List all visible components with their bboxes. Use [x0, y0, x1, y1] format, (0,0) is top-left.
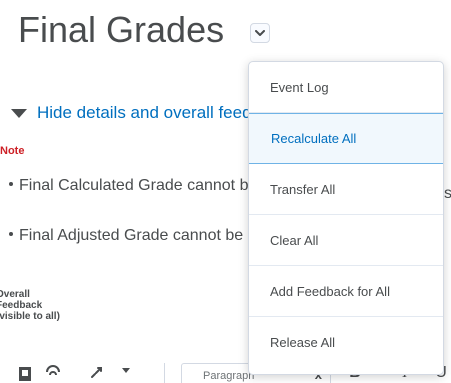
- menu-item-event-log[interactable]: Event Log: [249, 62, 443, 113]
- menu-item-release-all[interactable]: Release All: [249, 317, 443, 368]
- list-item: Final Adjusted Grade cannot be changed: [7, 224, 252, 248]
- overall-feedback-line-2: Feedback: [0, 300, 43, 311]
- toolbar-divider: [164, 363, 165, 383]
- bullet-icon: [9, 182, 13, 187]
- insert-stuff-button[interactable]: [16, 365, 34, 383]
- insert-link-button[interactable]: [88, 365, 106, 383]
- overall-feedback-line-1: Overall: [0, 289, 30, 300]
- hide-details-link[interactable]: Hide details and overall feedback: [37, 103, 257, 123]
- menu-item-clear-all[interactable]: Clear All: [249, 215, 443, 266]
- link-icon: [91, 367, 102, 378]
- insert-quicklink-button[interactable]: [44, 365, 62, 383]
- note-label: Note: [0, 145, 30, 157]
- title-actions-menu-button[interactable]: [250, 23, 270, 43]
- chevron-down-icon: [255, 29, 265, 36]
- page-title: Final Grades: [18, 9, 225, 50]
- note-text-adjusted: Final Adjusted Grade cannot be changed: [19, 227, 252, 244]
- caret-down-icon: [122, 368, 130, 373]
- note-label-text: Note: [0, 145, 25, 157]
- notes-list: Final Calculated Grade cannot be changed…: [7, 174, 252, 248]
- format-select-value: Paragraph: [203, 370, 255, 382]
- quicklink-icon: [46, 365, 60, 376]
- triangle-down-icon: [11, 108, 27, 118]
- hide-details-toggle[interactable]: Hide details and overall feedback: [11, 101, 257, 125]
- list-item: Final Calculated Grade cannot be changed: [7, 174, 252, 198]
- final-grades-actions-menu: Event Log Recalculate All Transfer All C…: [248, 61, 444, 375]
- truncated-text-fragment: s: [444, 185, 451, 202]
- menu-item-transfer-all[interactable]: Transfer All: [249, 164, 443, 215]
- insert-stuff-icon: [19, 367, 31, 381]
- more-actions-button[interactable]: [118, 365, 134, 383]
- bullet-icon: [9, 232, 13, 237]
- overall-feedback-label: Overall Feedback (visible to all): [0, 289, 60, 322]
- menu-item-recalculate-all[interactable]: Recalculate All: [249, 113, 443, 164]
- overall-feedback-line-3: (visible to all): [0, 311, 60, 322]
- menu-item-add-feedback-for-all[interactable]: Add Feedback for All: [249, 266, 443, 317]
- note-text-calculated: Final Calculated Grade cannot be changed: [19, 177, 252, 194]
